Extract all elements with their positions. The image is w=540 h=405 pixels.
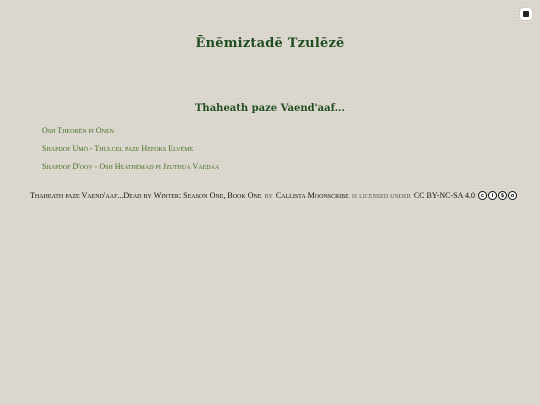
license-under-text: is licensed under: [351, 191, 411, 200]
chapter-link[interactable]: Shapdof Umō - Thulcel paze Hefoks Elvēme: [42, 143, 219, 161]
cc-badges: c i $ o: [477, 191, 517, 200]
cc-icon: c: [477, 191, 487, 200]
site-title: Ēnĕmiztadĕ Tzulĕzĕ: [195, 36, 345, 51]
license-work-title: Thaheath paze Vaend'aaf...Dead by Winter…: [30, 191, 262, 200]
sa-icon: o: [507, 191, 517, 200]
license-by-text: by: [264, 191, 273, 200]
chapter-link[interactable]: Shapdof D'oov - Osh Heathēmad pi Jzuthua…: [42, 161, 219, 179]
corner-menu-button[interactable]: [520, 8, 532, 20]
chapter-link[interactable]: Osh Theorēn pi Onen: [42, 125, 219, 143]
chapter-list: Osh Theorēn pi Onen Shapdof Umō - Thulce…: [42, 125, 219, 179]
nc-icon: $: [497, 191, 507, 200]
license-notice: Thaheath paze Vaend'aaf...Dead by Winter…: [30, 191, 517, 200]
license-author: Callista Moonscribe: [275, 191, 349, 200]
by-icon: i: [487, 191, 497, 200]
menu-icon: [523, 11, 529, 17]
license-link[interactable]: CC BY-NC-SA 4.0: [414, 191, 475, 200]
book-title: Thaheath paze Vaend'aaf...: [194, 103, 346, 114]
